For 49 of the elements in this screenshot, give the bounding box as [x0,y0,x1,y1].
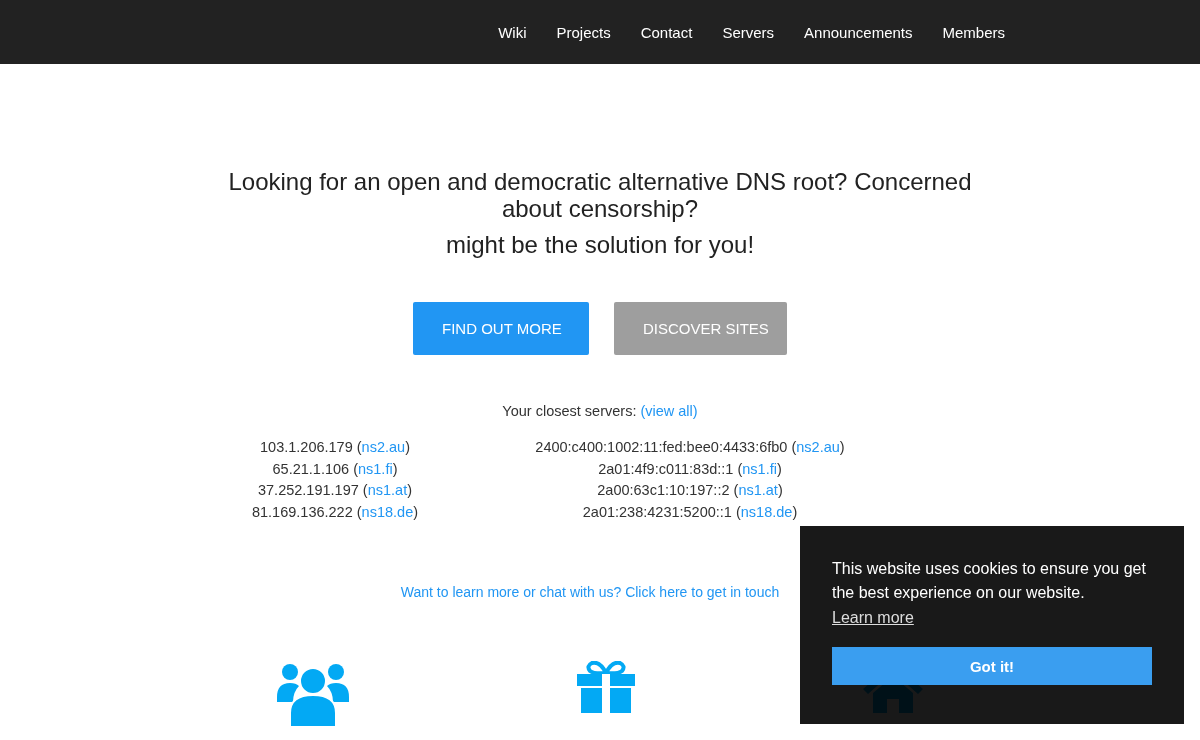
servers-label: Your closest servers: [502,403,637,419]
server-address: 2a01:238:4231:5200::1 [582,504,732,521]
server-address: 2a00:63c1:10:197::2 [597,482,730,499]
server-host-link[interactable]: ns1.fi [358,460,393,477]
server-address: 103.1.206.179 [260,439,353,455]
parenthesis: ) [413,504,419,521]
hero-heading: Looking for an open and democratic alternative DNS root? Concerned about censorship? [227,168,973,222]
parenthesis: ) [792,504,798,521]
parenthesis: ( [356,504,362,521]
parenthesis: ( [353,460,358,477]
server-address: 65.21.1.106 [272,460,350,477]
nav-link[interactable]: Servers [722,23,775,41]
parenthesis: ( [737,460,743,477]
parenthesis: ( [735,504,741,521]
parenthesis: ( [356,439,362,455]
server-host-link[interactable]: ns1.at [367,482,408,499]
hero-subheading: might be the solution for you! [445,230,755,260]
parenthesis: ( [791,439,797,455]
learn-more-link[interactable]: Learn more [832,609,914,627]
server-host-link[interactable]: ns2.au [361,439,406,455]
parenthesis: ( [362,482,368,499]
call-to-action-button[interactable]: FIND OUT MORE [413,302,589,355]
parenthesis: ) [777,482,783,499]
nav-link[interactable]: Announcements [804,23,913,41]
server-host-link[interactable]: ns1.at [738,482,778,499]
parenthesis: ) [405,439,410,455]
server-host-link[interactable]: ns18.de [740,504,793,521]
contact-link[interactable]: Want to learn more or chat with us? Click here to get in touch [400,583,780,600]
nav-link[interactable]: Wiki [498,23,527,41]
gift-icon [577,660,635,713]
nav-link[interactable]: Members [942,23,1005,41]
parenthesis: ) [839,439,845,455]
server-address: 37.252.191.197 [258,482,359,499]
parenthesis: ) [407,482,412,499]
parenthesis: ) [392,460,398,477]
nav-link[interactable]: Projects [556,23,611,41]
server-address: 2400:c400:1002:11:fed:bee0:4433:6fb0 [535,439,788,455]
parenthesis: ) [776,460,782,477]
parenthesis: ( [733,482,739,499]
cookie-message: This website uses cookies to ensure you get the best experience on our website. [832,559,1147,603]
server-address: 2a01:4f9:c011:83d::1 [598,460,734,477]
server-host-link[interactable]: ns1.fi [742,460,777,477]
server-host-link[interactable]: ns2.au [796,439,840,455]
accept-cookies-button[interactable]: Got it! [832,647,1152,685]
server-address: 81.169.136.222 [251,504,353,521]
call-to-action-button[interactable]: DISCOVER SITES [614,302,787,355]
server-host-link[interactable]: ns18.de [361,504,414,521]
view-all-link[interactable]: (view all) [640,403,698,419]
nav-link[interactable]: Contact [640,23,693,41]
